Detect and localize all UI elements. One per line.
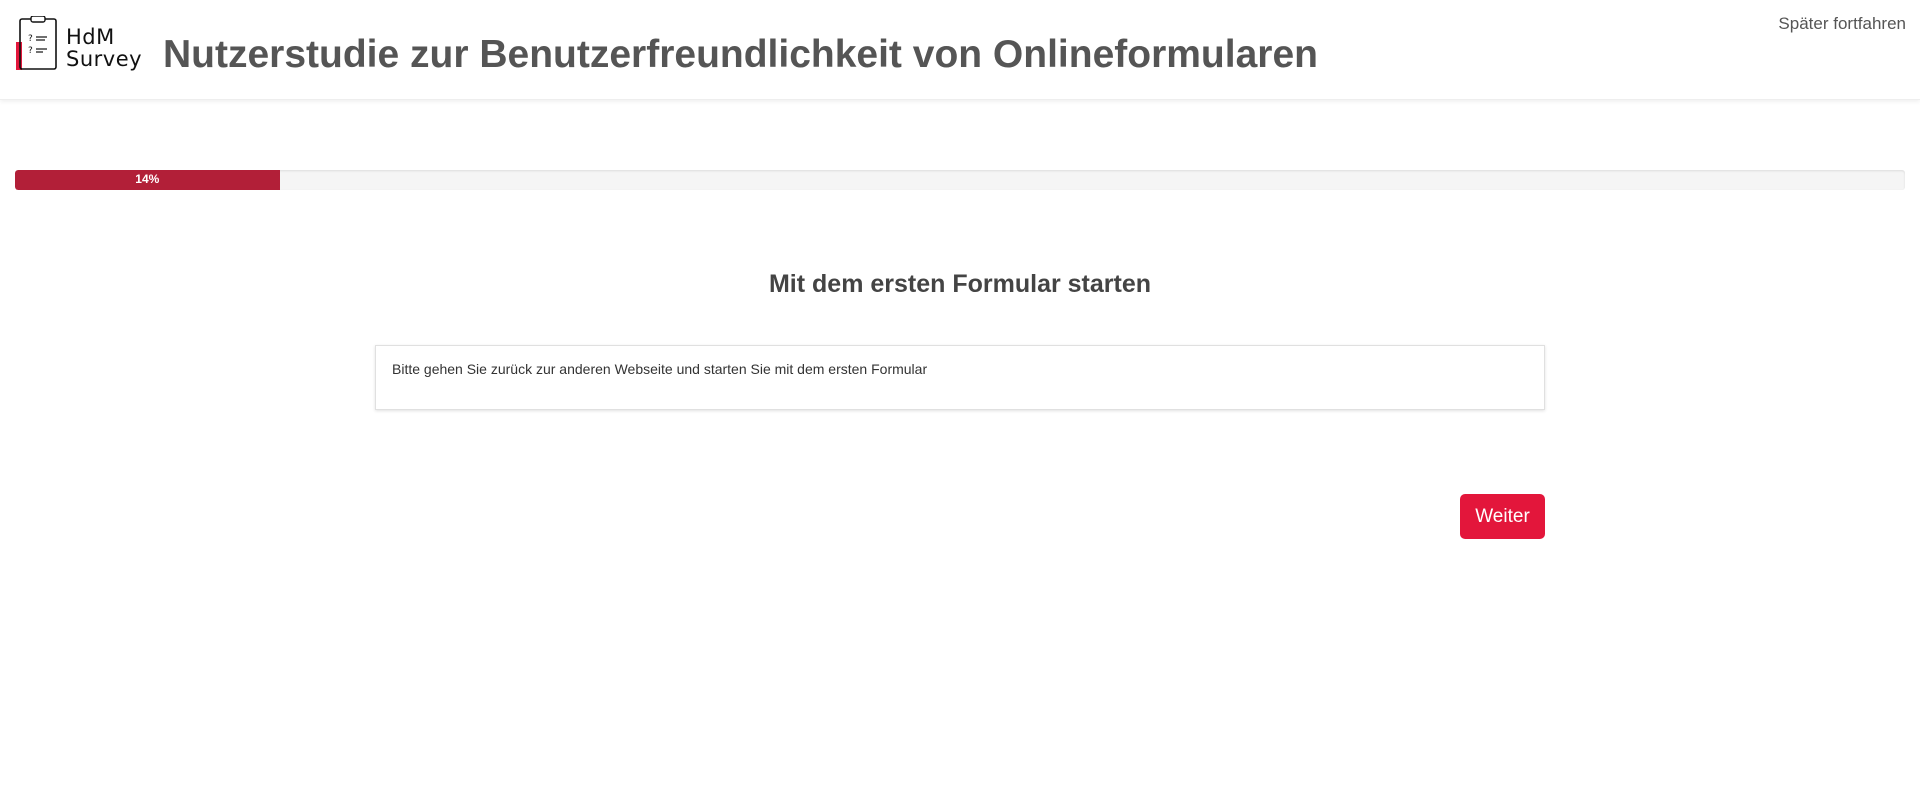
hdm-survey-logo[interactable]: ? ? HdM Survey bbox=[16, 16, 142, 74]
logo-text: HdM Survey bbox=[66, 26, 142, 70]
instruction-panel: Bitte gehen Sie zurück zur anderen Webse… bbox=[375, 345, 1545, 410]
progress-bar: 14% bbox=[15, 170, 1905, 190]
continue-later-link[interactable]: Später fortfahren bbox=[1778, 14, 1906, 34]
progress-bar-fill: 14% bbox=[15, 170, 280, 190]
section-title: Mit dem ersten Formular starten bbox=[768, 270, 1152, 298]
logo-line-hdm: HdM bbox=[66, 25, 115, 49]
svg-text:?: ? bbox=[28, 46, 33, 56]
clipboard-icon: ? ? bbox=[16, 16, 57, 70]
next-button[interactable]: Weiter bbox=[1460, 494, 1545, 539]
logo-line-survey: Survey bbox=[66, 47, 143, 71]
page-header: ? ? HdM Survey Nutzerstudie zur Benutzer… bbox=[0, 0, 1920, 100]
instruction-text: Bitte gehen Sie zurück zur anderen Webse… bbox=[392, 361, 928, 377]
page-title: Nutzerstudie zur Benutzerfreundlichkeit … bbox=[163, 33, 1318, 76]
svg-text:?: ? bbox=[28, 34, 33, 44]
